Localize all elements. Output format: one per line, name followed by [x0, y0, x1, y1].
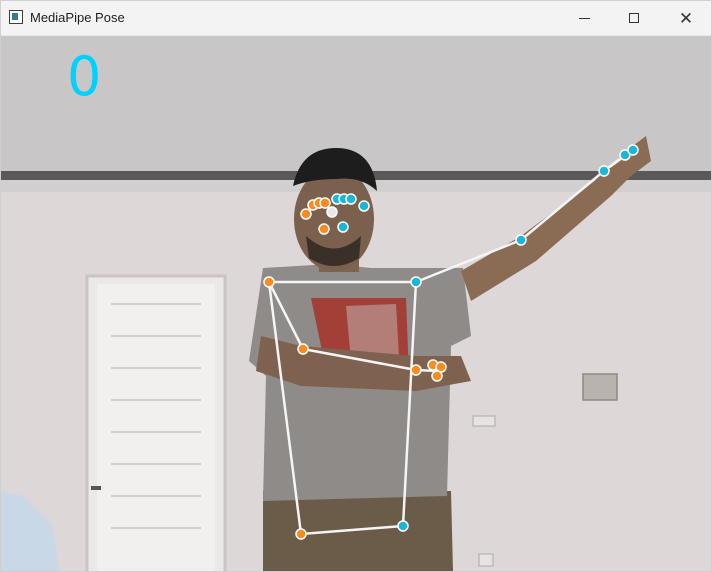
- wall-outlet: [582, 373, 618, 401]
- door-handle: [91, 486, 101, 490]
- wall-switch: [472, 415, 496, 427]
- nose-landmark: [326, 206, 338, 218]
- close-button[interactable]: ✕: [663, 1, 709, 35]
- camera-scene: [1, 36, 711, 571]
- close-icon: ✕: [678, 8, 694, 28]
- camera-feed: 0: [1, 36, 711, 571]
- minimize-button[interactable]: [561, 1, 607, 35]
- app-window: MediaPipe Pose ✕ 0: [0, 0, 712, 572]
- window-title: MediaPipe Pose: [30, 10, 125, 25]
- rep-counter: 0: [67, 45, 102, 108]
- minimize-icon: [578, 17, 590, 19]
- maximize-button[interactable]: [611, 1, 657, 35]
- window-icon: [9, 10, 23, 24]
- maximize-icon: [629, 13, 639, 23]
- floor-socket: [478, 553, 494, 567]
- title-bar[interactable]: MediaPipe Pose ✕: [1, 1, 711, 36]
